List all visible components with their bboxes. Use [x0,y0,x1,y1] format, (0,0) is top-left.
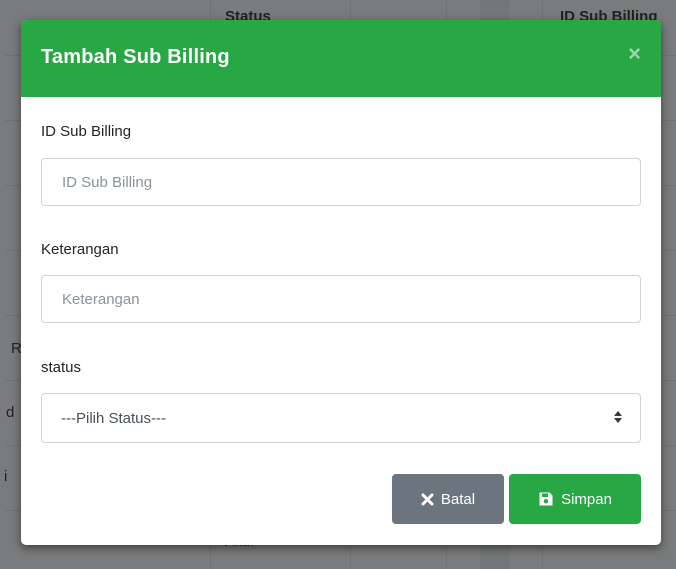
save-button[interactable]: Simpan [509,474,641,524]
add-sub-billing-modal: Tambah Sub Billing × ID Sub Billing Kete… [21,20,661,545]
keterangan-label: Keterangan [41,241,119,258]
keterangan-input[interactable] [41,275,641,323]
save-button-label: Simpan [561,490,612,508]
status-label: status [41,359,82,376]
save-icon [538,491,554,507]
times-icon [421,493,434,506]
sort-caret-icon [614,411,622,425]
modal-title: Tambah Sub Billing [41,46,230,68]
cancel-button-label: Batal [440,490,476,508]
modal-header: Tambah Sub Billing × [21,20,661,97]
status-select-value: ---Pilih Status--- [61,410,167,427]
id-sub-billing-label: ID Sub Billing [41,123,132,140]
id-sub-billing-input[interactable] [41,158,641,206]
cancel-button[interactable]: Batal [392,474,504,524]
status-select[interactable]: ---Pilih Status--- [41,393,641,443]
close-button[interactable]: × [628,42,641,66]
